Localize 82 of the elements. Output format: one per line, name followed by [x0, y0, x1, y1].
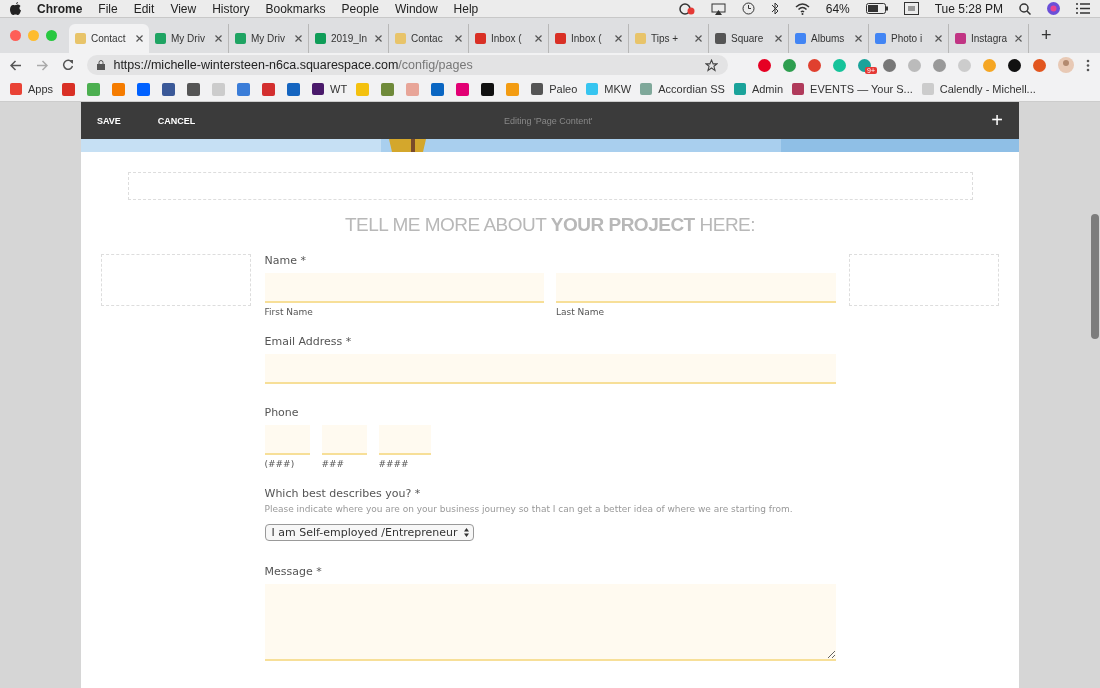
back-icon[interactable] [10, 59, 22, 71]
cloud-icon[interactable] [678, 2, 695, 15]
field-caption: Last Name [556, 307, 606, 317]
menu-item[interactable]: File [98, 1, 118, 16]
bookmark[interactable]: Apps [10, 83, 54, 95]
email-field[interactable] [264, 354, 836, 384]
last-name-field[interactable] [556, 273, 836, 303]
phone-field[interactable] [378, 425, 431, 455]
field-caption: ### [321, 459, 346, 469]
menu-item[interactable]: History [212, 1, 250, 16]
browser-tab[interactable]: Contact [69, 24, 149, 53]
battery-icon[interactable] [865, 3, 888, 14]
app-menu[interactable]: Chrome [37, 1, 83, 16]
menu-item[interactable]: Help [453, 1, 479, 16]
close-icon[interactable] [1015, 35, 1022, 42]
airplay-icon[interactable] [710, 2, 726, 15]
editor-title: Editing 'Page Content' [503, 115, 594, 126]
search-icon[interactable] [1019, 2, 1031, 15]
close-icon[interactable] [455, 35, 462, 42]
field-caption: #### [378, 459, 410, 469]
star-icon[interactable] [705, 58, 718, 72]
close-icon[interactable] [375, 35, 382, 42]
field-label: Phone [264, 406, 300, 419]
reload-icon[interactable] [61, 59, 74, 71]
field-label: Message * [264, 565, 323, 578]
message-field[interactable] [264, 584, 836, 661]
new-tab-button[interactable]: + [1041, 25, 1052, 46]
close-icon[interactable] [775, 35, 782, 42]
battery-percent: 64% [825, 1, 850, 16]
first-name-field[interactable] [264, 273, 544, 303]
wifi-icon[interactable] [794, 2, 810, 15]
section-heading: TELL ME MORE ABOUT YOUR PROJECT HERE: [343, 214, 757, 236]
field-label: Email Address * [264, 335, 353, 348]
phone-field[interactable] [264, 425, 310, 455]
extension-icon[interactable] [1008, 58, 1021, 72]
bookmark[interactable]: Paleo [531, 83, 578, 95]
bookmark[interactable]: EVENTS — Your S... [792, 83, 913, 95]
more-icon[interactable] [1086, 58, 1090, 72]
address-bar[interactable]: https://michelle-wintersteen-n6ca.squarespace.com/config/pages [87, 55, 728, 75]
field-caption: First Name [264, 307, 314, 317]
field-label: Which best describes you? * [264, 487, 422, 500]
close-icon[interactable] [935, 35, 942, 42]
menu-item[interactable]: People [341, 1, 379, 16]
avatar-icon[interactable] [1058, 57, 1074, 73]
url-text: https://michelle-wintersteen-n6ca.squarespace.com/config/pages [113, 58, 473, 72]
stepper-icon [463, 528, 469, 537]
close-icon[interactable] [215, 35, 222, 42]
select-field[interactable]: I am Self-employed /Entrepreneur [264, 524, 474, 541]
bookmark[interactable]: Admin [733, 83, 784, 95]
add-button[interactable]: + [991, 109, 1003, 132]
close-icon[interactable] [136, 35, 143, 42]
lock-icon [97, 60, 106, 70]
bluetooth-icon[interactable] [770, 2, 779, 15]
menu-item[interactable]: View [170, 1, 197, 16]
cancel-button[interactable]: CANCEL [157, 115, 196, 126]
close-icon[interactable] [615, 35, 622, 42]
menu-item[interactable]: Edit [133, 1, 155, 16]
bookmark-icon[interactable] [481, 82, 495, 96]
menu-item[interactable]: Bookmarks [265, 1, 326, 16]
siri-icon[interactable] [1047, 2, 1060, 15]
close-icon[interactable] [535, 35, 542, 42]
close-icon[interactable] [695, 35, 702, 42]
bookmark-icon[interactable] [162, 82, 176, 96]
display-icon[interactable] [903, 2, 919, 15]
clock-icon[interactable] [741, 2, 755, 15]
phone-field[interactable] [321, 425, 367, 455]
field-caption: (###) [264, 459, 296, 469]
apple-icon[interactable] [10, 2, 21, 15]
scrollbar-thumb[interactable] [1091, 214, 1099, 339]
bookmark[interactable]: WT [312, 83, 348, 95]
menu-item[interactable]: Window [394, 1, 438, 16]
field-label: Name * [264, 254, 307, 267]
bookmark[interactable]: Calendly - Michell... [921, 83, 1036, 95]
bookmark[interactable]: MKW [586, 83, 632, 95]
window-control[interactable] [10, 30, 21, 41]
bookmark[interactable]: Accordian SS [640, 83, 725, 95]
bookmark-icon[interactable] [187, 82, 201, 96]
close-icon[interactable] [295, 35, 302, 42]
clock[interactable]: Tue 5:28 PM [934, 1, 1003, 16]
close-icon[interactable] [855, 35, 862, 42]
list-icon[interactable] [1076, 3, 1090, 14]
save-button[interactable]: SAVE [97, 115, 121, 126]
